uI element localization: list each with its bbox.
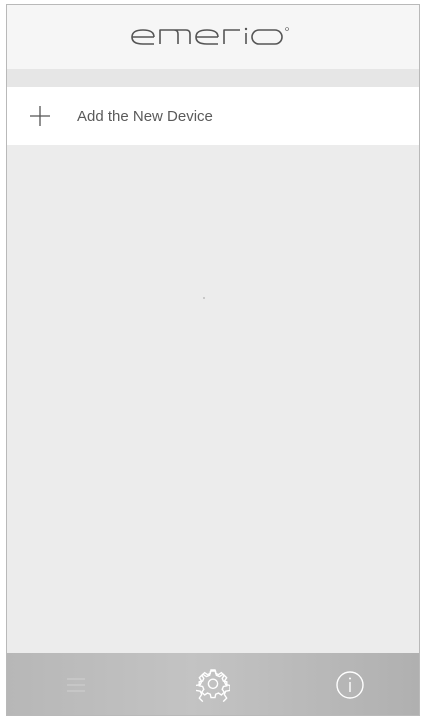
app-header: emerio [7,5,419,69]
emerio-logo: emerio [128,25,298,49]
logo-graphic [131,27,289,45]
device-list-area [7,145,419,653]
tab-info[interactable] [310,653,390,715]
app-screen: emerio Add the New Device [6,4,420,716]
header-divider [7,69,419,87]
add-new-device-button[interactable]: Add the New Device [7,87,419,145]
info-icon [336,671,365,699]
add-new-device-label: Add the New Device [77,107,213,125]
menu-icon [66,678,85,692]
tab-menu[interactable] [36,653,116,715]
tab-settings[interactable] [173,653,253,715]
empty-area-speck [203,297,205,299]
gear-icon [195,669,230,702]
plus-icon [30,106,50,126]
bottom-tab-bar [7,653,419,715]
